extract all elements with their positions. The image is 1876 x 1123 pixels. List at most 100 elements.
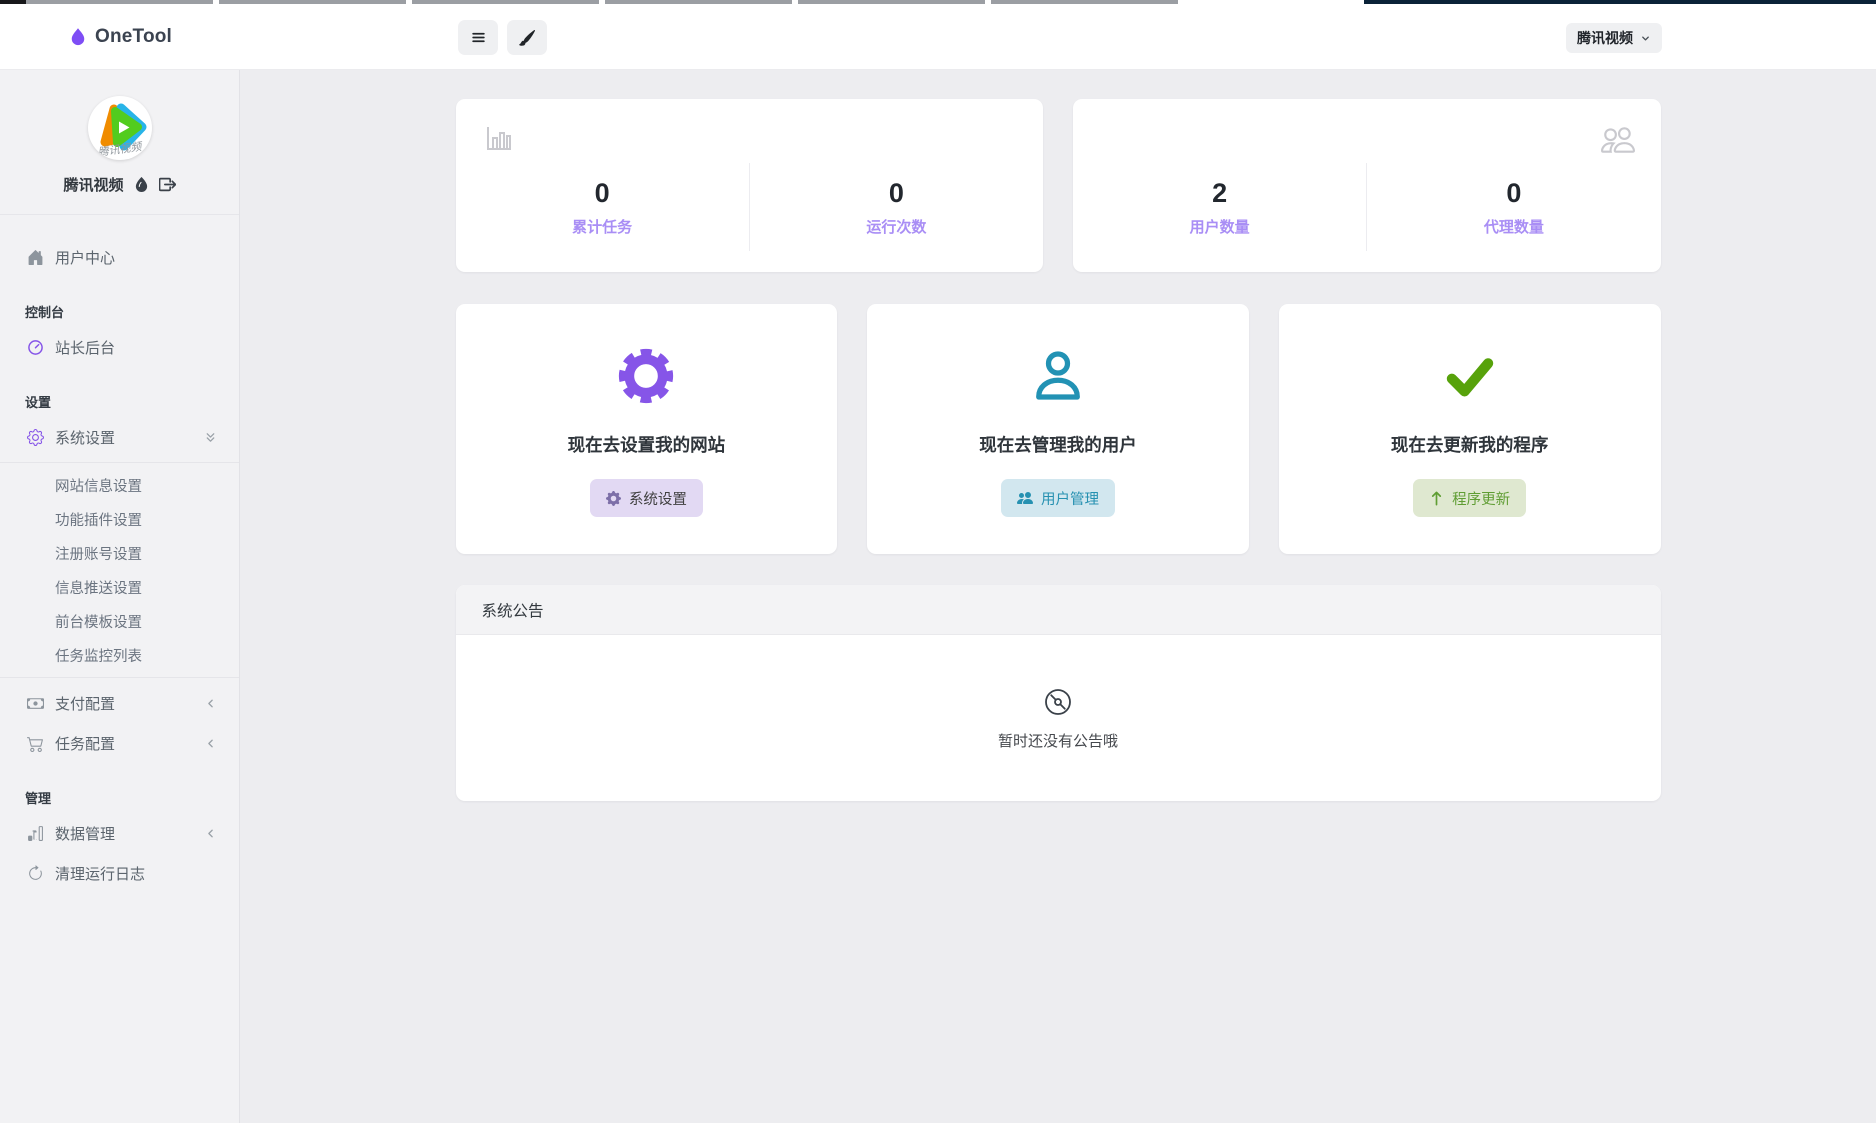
action-card-update-program: 现在去更新我的程序 程序更新	[1279, 304, 1661, 554]
action-card-manage-users: 现在去管理我的用户 用户管理	[867, 304, 1249, 554]
sidebar-item-label: 清理运行日志	[55, 863, 217, 884]
gear-icon	[606, 491, 621, 506]
brush-icon	[519, 30, 535, 46]
announcement-empty-state: 暂时还没有公告哦	[456, 635, 1661, 801]
stat-user-count: 2 用户数量	[1073, 177, 1366, 236]
sidebar-section-management: 管理	[0, 781, 239, 813]
stat-value: 2	[1073, 177, 1366, 209]
announcement-header: 系统公告	[456, 585, 1661, 635]
stats-row: 0 累计任务 0 运行次数 2	[456, 99, 1661, 272]
droplet-icon[interactable]	[134, 177, 149, 192]
stat-label: 代理数量	[1367, 216, 1660, 237]
stat-card-users: 2 用户数量 0 代理数量	[1073, 99, 1661, 272]
app-logo-text: OneTool	[95, 26, 172, 48]
no-data-icon	[1042, 686, 1074, 718]
sidebar-menu: 用户中心 控制台 站长后台 设置 系统设置 网站信息设置 功能插件设置 注册账号…	[0, 215, 239, 893]
chevron-down-icon	[1640, 33, 1651, 44]
hamburger-icon	[470, 29, 487, 46]
sidebar-item-task-config[interactable]: 任务配置	[0, 723, 239, 763]
cash-icon	[27, 695, 44, 712]
stat-label: 用户数量	[1073, 216, 1366, 237]
button-label: 系统设置	[629, 488, 687, 509]
action-card-title: 现在去更新我的程序	[1279, 432, 1661, 457]
chart-icon	[482, 123, 514, 155]
refresh-icon	[27, 865, 44, 882]
stat-label: 累计任务	[456, 216, 749, 237]
sidebar-subitem-site-info[interactable]: 网站信息设置	[0, 468, 239, 502]
sidebar-section-settings: 设置	[0, 385, 239, 417]
topbar: OneTool 腾讯视频	[0, 4, 1876, 70]
sidebar: 腾讯视频 腾讯视频 用户中心 控制台 站长后台 设置 系统设置	[0, 70, 240, 1123]
app-logo[interactable]: OneTool	[68, 4, 172, 70]
sidebar-item-label: 系统设置	[55, 427, 204, 448]
sidebar-subitem-message-push[interactable]: 信息推送设置	[0, 570, 239, 604]
topbar-actions	[458, 20, 547, 55]
profile-row: 腾讯视频	[0, 174, 239, 195]
sidebar-item-label: 任务配置	[55, 733, 204, 754]
sidebar-item-label: 功能插件设置	[55, 509, 217, 530]
sidebar-subitem-register-account[interactable]: 注册账号设置	[0, 536, 239, 570]
chevron-double-down-icon	[204, 431, 217, 444]
system-settings-button[interactable]: 系统设置	[590, 479, 703, 517]
stat-label: 运行次数	[750, 216, 1043, 237]
sidebar-profile: 腾讯视频 腾讯视频	[0, 70, 239, 215]
announcement-panel: 系统公告 暂时还没有公告哦	[456, 585, 1661, 801]
chevron-left-icon	[204, 737, 217, 750]
system-settings-submenu: 网站信息设置 功能插件设置 注册账号设置 信息推送设置 前台模板设置 任务监控列…	[0, 462, 239, 678]
chevron-left-icon	[204, 827, 217, 840]
people-icon	[1601, 123, 1635, 157]
sidebar-item-label: 网站信息设置	[55, 475, 217, 496]
sidebar-item-system-settings[interactable]: 系统设置	[0, 417, 239, 457]
sidebar-item-label: 前台模板设置	[55, 611, 217, 632]
action-card-title: 现在去设置我的网站	[456, 432, 838, 457]
sidebar-item-webmaster-dashboard[interactable]: 站长后台	[0, 327, 239, 367]
sidebar-item-label: 数据管理	[55, 823, 204, 844]
stat-value: 0	[456, 177, 749, 209]
check-icon	[1279, 344, 1661, 408]
avatar[interactable]: 腾讯视频	[88, 96, 152, 160]
profile-name: 腾讯视频	[63, 174, 123, 195]
stat-agent-count: 0 代理数量	[1367, 177, 1660, 236]
flame-icon	[68, 27, 88, 47]
workspace-selector[interactable]: 腾讯视频	[1566, 23, 1662, 53]
speedometer-icon	[27, 339, 44, 356]
tencent-video-logo: 腾讯视频	[88, 96, 152, 160]
sidebar-item-label: 信息推送设置	[55, 577, 217, 598]
people-icon	[1017, 490, 1033, 506]
chevron-left-icon	[204, 697, 217, 710]
home-icon	[27, 249, 44, 266]
logout-icon[interactable]	[159, 176, 176, 193]
sidebar-section-console: 控制台	[0, 295, 239, 327]
arrow-up-icon	[1429, 491, 1444, 506]
program-update-button[interactable]: 程序更新	[1413, 479, 1526, 517]
stat-value: 0	[750, 177, 1043, 209]
stat-run-count: 0 运行次数	[750, 177, 1043, 236]
sidebar-subitem-plugins[interactable]: 功能插件设置	[0, 502, 239, 536]
sidebar-item-label: 支付配置	[55, 693, 204, 714]
user-management-button[interactable]: 用户管理	[1001, 479, 1115, 517]
sidebar-item-user-center[interactable]: 用户中心	[0, 237, 239, 277]
theme-brush-button[interactable]	[507, 20, 547, 55]
person-icon	[867, 344, 1249, 408]
sidebar-subitem-front-template[interactable]: 前台模板设置	[0, 604, 239, 638]
sidebar-item-label: 用户中心	[55, 247, 217, 268]
action-cards-row: 现在去设置我的网站 系统设置 现在去管理我的用户 用户管理	[456, 304, 1661, 554]
bar-chart-icon	[27, 825, 44, 842]
workspace-selector-label: 腾讯视频	[1577, 28, 1633, 48]
sidebar-item-data-management[interactable]: 数据管理	[0, 813, 239, 853]
sidebar-toggle-button[interactable]	[458, 20, 498, 55]
sidebar-item-label: 任务监控列表	[55, 645, 217, 666]
sidebar-item-clear-run-logs[interactable]: 清理运行日志	[0, 853, 239, 893]
button-label: 用户管理	[1041, 488, 1099, 509]
sidebar-item-label: 站长后台	[55, 337, 217, 358]
sidebar-subitem-task-monitor[interactable]: 任务监控列表	[0, 638, 239, 672]
sidebar-item-payment-config[interactable]: 支付配置	[0, 683, 239, 723]
gear-icon	[27, 429, 44, 446]
sidebar-item-label: 注册账号设置	[55, 543, 217, 564]
stat-total-tasks: 0 累计任务	[456, 177, 749, 236]
cart-icon	[27, 735, 44, 752]
action-card-title: 现在去管理我的用户	[867, 432, 1249, 457]
stat-value: 0	[1367, 177, 1660, 209]
main-content: 0 累计任务 0 运行次数 2	[240, 70, 1876, 1123]
stat-card-tasks: 0 累计任务 0 运行次数	[456, 99, 1044, 272]
